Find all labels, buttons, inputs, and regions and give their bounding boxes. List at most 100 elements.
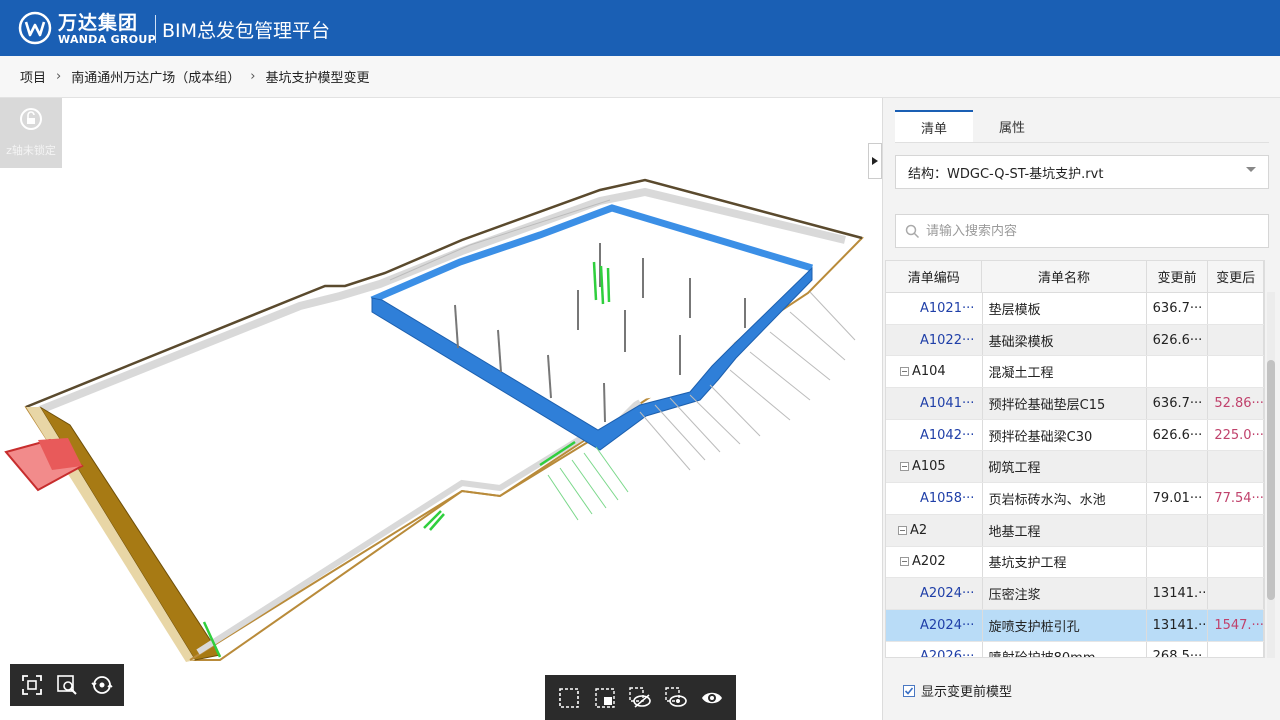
structure-select[interactable]: 结构： WDGC-Q-ST-基坑支护.rvt <box>895 155 1269 189</box>
fit-view-icon <box>21 675 42 695</box>
cell-name: 基础梁模板 <box>983 324 1147 356</box>
bim-3d-scene[interactable] <box>0 98 882 720</box>
section-box-button[interactable] <box>591 684 619 712</box>
view-toolbar <box>10 664 124 706</box>
breadcrumb-item-project[interactable]: 项目 <box>20 67 46 86</box>
cell-after: 77.54··· <box>1208 483 1264 514</box>
tab-properties[interactable]: 属性 <box>973 110 1051 142</box>
structure-value: WDGC-Q-ST-基坑支护.rvt <box>947 166 1104 182</box>
cell-after <box>1208 324 1264 356</box>
show-before-checkbox[interactable] <box>903 684 915 697</box>
brand-name-en: WANDA GROUP <box>58 33 156 46</box>
orbit-icon <box>91 676 113 694</box>
column-header-code[interactable]: 清单编码 <box>886 261 983 292</box>
cell-name: 混凝土工程 <box>983 356 1147 388</box>
breadcrumb-separator: › <box>56 69 62 84</box>
panel-collapse-handle[interactable] <box>868 143 882 179</box>
cell-code: A1022··· <box>886 324 983 356</box>
cell-name: 砌筑工程 <box>983 451 1147 483</box>
cell-name: 预拌砼基础梁C30 <box>983 419 1147 451</box>
cell-code: A105 <box>886 451 983 483</box>
search-box <box>895 214 1269 248</box>
bill-table: 清单编码 清单名称 变更前 变更后 A1021··· 垫层模板 636.7··· A1… <box>885 260 1265 658</box>
collapse-toggle-icon[interactable] <box>900 557 909 567</box>
caret-down-icon <box>1246 167 1256 172</box>
table-scrollbar[interactable] <box>1267 292 1275 658</box>
isolate-button[interactable] <box>662 684 690 712</box>
cell-code: A1041··· <box>886 388 983 419</box>
table-row[interactable]: A2024··· 压密注浆 13141.··· <box>886 578 1264 610</box>
table-row[interactable]: A1022··· 基础梁模板 626.6··· <box>886 324 1264 357</box>
table-row[interactable]: A1058··· 页岩标砖水沟、水池 79.01··· 77.54··· <box>886 483 1264 515</box>
cell-code-text: A1021··· <box>920 300 975 316</box>
table-row[interactable]: A104 混凝土工程 <box>886 356 1264 389</box>
table-row[interactable]: A2026··· 喷射砼护坡80mm268.5··· <box>886 641 1264 658</box>
cell-after <box>1208 578 1264 609</box>
brand-name-cn: 万达集团 <box>58 12 139 34</box>
cell-before: 13141.··· <box>1147 609 1209 641</box>
cell-code-text: A2024··· <box>920 586 975 602</box>
cell-after <box>1208 641 1264 657</box>
table-row[interactable]: A1041··· 预拌砼基础垫层C15 636.7··· 52.86··· <box>886 388 1264 420</box>
hide-button[interactable] <box>626 684 654 712</box>
cell-before: 13141.··· <box>1147 578 1209 609</box>
column-header-name[interactable]: 清单名称 <box>982 261 1147 292</box>
table-row[interactable]: A202 基坑支护工程 <box>886 546 1264 579</box>
fit-view-button[interactable] <box>18 671 46 699</box>
model-viewport[interactable]: z轴未锁定 <box>0 98 882 720</box>
collapse-toggle-icon[interactable] <box>900 367 909 377</box>
cell-name: 基坑支护工程 <box>983 546 1147 578</box>
column-header-after[interactable]: 变更后 <box>1208 261 1264 292</box>
cell-name: 压密注浆 <box>983 578 1147 609</box>
cell-before <box>1147 514 1209 546</box>
zoom-window-button[interactable] <box>53 671 81 699</box>
table-row[interactable]: A105 砌筑工程 <box>886 451 1264 484</box>
tab-bill[interactable]: 清单 <box>895 110 973 142</box>
cell-code: A2026··· <box>886 641 983 658</box>
search-icon <box>905 224 920 239</box>
scrollbar-thumb[interactable] <box>1267 360 1275 600</box>
cell-code-text: A2026··· <box>920 649 975 658</box>
cell-code-text: A1041··· <box>920 395 975 411</box>
cell-after <box>1208 546 1264 578</box>
bill-panel: 清单 属性 结构： WDGC-Q-ST-基坑支护.rvt 清单编码 清单名称 变… <box>882 98 1280 720</box>
column-header-before[interactable]: 变更前 <box>1147 261 1209 292</box>
cell-code: A202 <box>886 546 983 578</box>
brand-divider <box>155 15 156 43</box>
cell-before <box>1147 546 1209 578</box>
wanda-logo-icon <box>18 11 52 45</box>
show-before-toggle[interactable]: 显示变更前模型 <box>903 681 1012 700</box>
chevron-right-icon <box>872 157 878 165</box>
table-row[interactable]: A1021··· 垫层模板 636.7··· <box>886 293 1264 325</box>
breadcrumb-item-site[interactable]: 南通通州万达广场（成本组） <box>71 67 240 86</box>
collapse-toggle-icon[interactable] <box>900 462 909 472</box>
lock-rotate-icon <box>20 108 42 130</box>
cell-before <box>1147 356 1209 388</box>
cell-code-text: A2024··· <box>920 617 975 633</box>
cell-after: 52.86··· <box>1208 388 1264 419</box>
cell-before <box>1147 451 1209 483</box>
cell-name: 垫层模板 <box>983 293 1147 324</box>
box-select-button[interactable] <box>555 684 583 712</box>
check-icon <box>904 686 914 695</box>
box-select-icon <box>559 687 579 708</box>
axis-lock-label: z轴未锁定 <box>6 144 56 157</box>
breadcrumb: 项目 › 南通通州万达广场（成本组） › 基坑支护模型变更 <box>0 56 1280 98</box>
green-hatching <box>547 446 629 521</box>
cell-code-text: A1042··· <box>920 427 975 443</box>
selection-toolbar <box>545 675 736 720</box>
orbit-button[interactable] <box>88 671 116 699</box>
table-row[interactable]: A2024··· 旋喷支护桩引孔 13141.··· 1547.··· <box>886 609 1264 642</box>
cell-after: 225.0··· <box>1208 419 1264 451</box>
table-row[interactable]: A2 地基工程 <box>886 514 1264 547</box>
table-header: 清单编码 清单名称 变更前 变更后 <box>886 261 1264 293</box>
search-input[interactable] <box>926 223 1246 239</box>
show-before-label: 显示变更前模型 <box>921 685 1013 700</box>
table-row[interactable]: A1042··· 预拌砼基础梁C30 626.6··· 225.0··· <box>886 419 1264 452</box>
cell-code-text: A202 <box>912 554 946 570</box>
show-all-button[interactable] <box>698 684 726 712</box>
axis-lock-button[interactable]: z轴未锁定 <box>0 98 62 168</box>
cell-after <box>1208 356 1264 388</box>
collapse-toggle-icon[interactable] <box>898 525 907 535</box>
cell-code: A1058··· <box>886 483 983 514</box>
